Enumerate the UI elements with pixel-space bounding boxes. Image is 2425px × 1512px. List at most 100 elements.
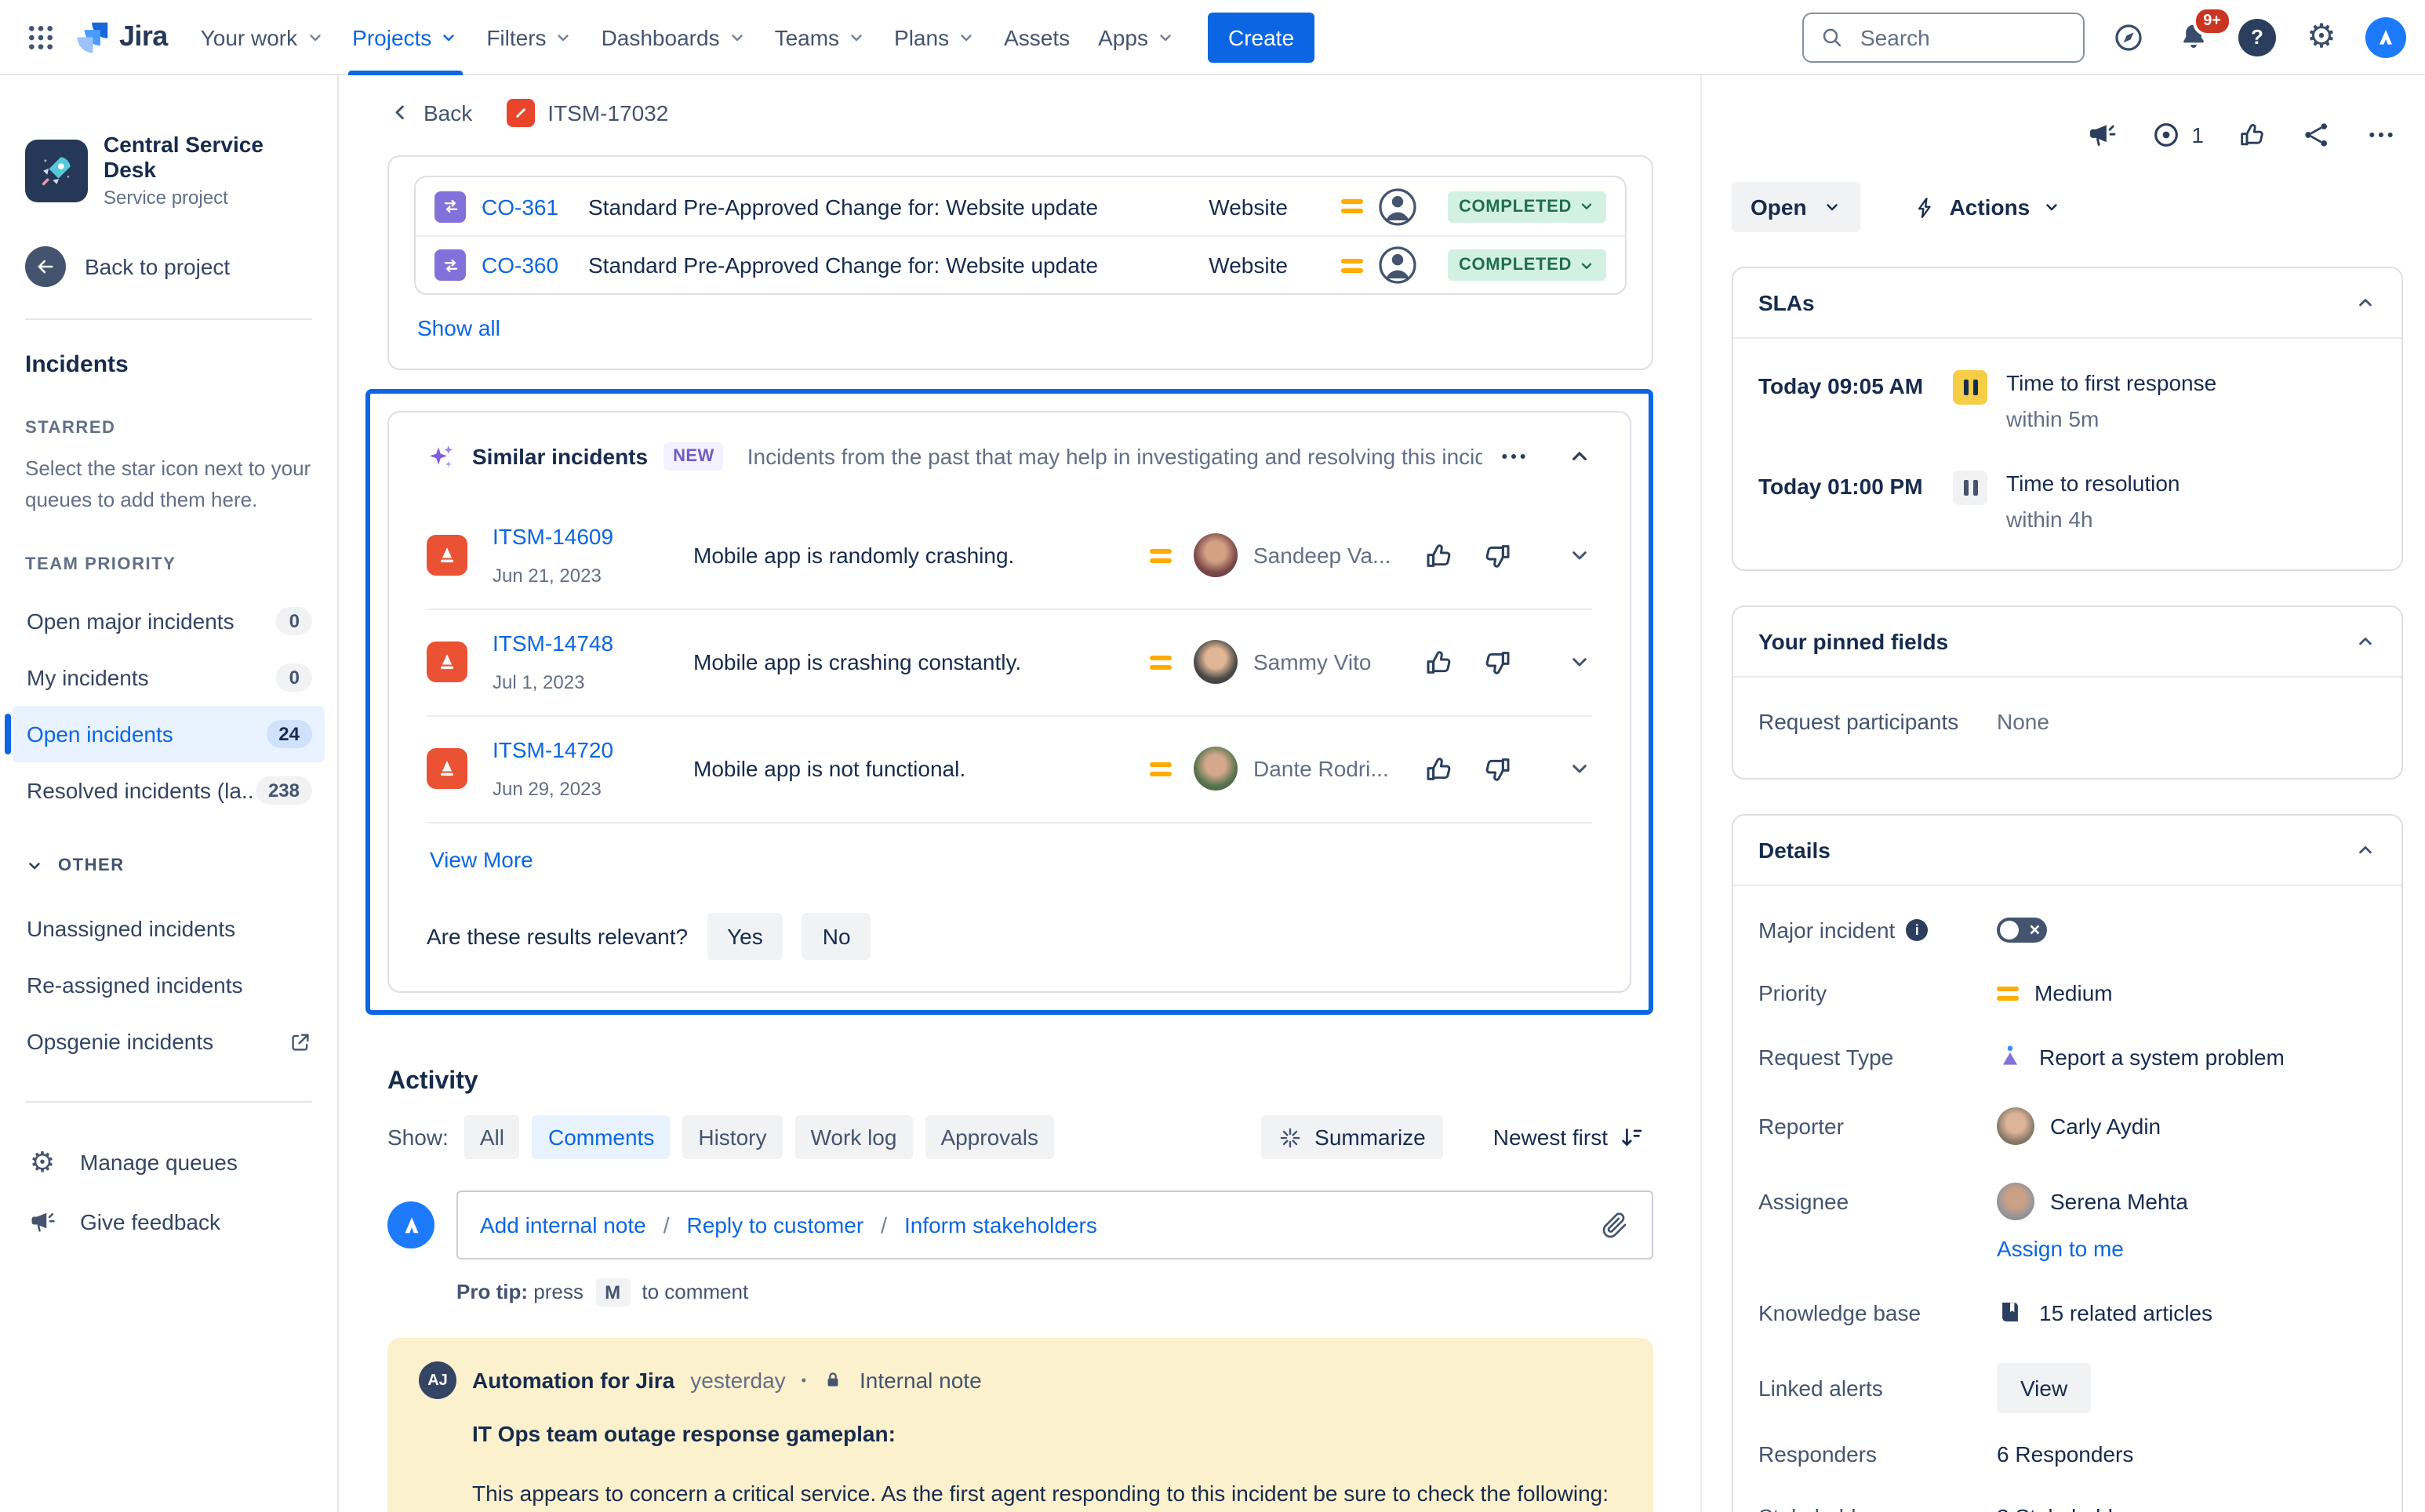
expand-row-button[interactable]	[1567, 756, 1592, 781]
sla-paused-warning-icon	[1953, 370, 1987, 405]
sidebar-item-open-incidents[interactable]: Open incidents 24	[5, 706, 325, 762]
sidebar-item-open-major-incidents[interactable]: Open major incidents 0	[13, 593, 325, 649]
info-icon[interactable]: i	[1906, 919, 1929, 941]
filter-comments[interactable]: Comments	[532, 1115, 671, 1159]
similar-issue-key[interactable]: ITSM-14748	[493, 631, 613, 656]
knowledge-base-field[interactable]: Knowledge base 15 related articles	[1758, 1299, 2376, 1325]
issue-key-link[interactable]: ITSM-17032	[507, 99, 668, 127]
stakeholders-field[interactable]: Stakeholders 3 Stakeholders	[1758, 1504, 2376, 1512]
expand-row-button[interactable]	[1567, 649, 1592, 674]
nav-filters[interactable]: Filters	[472, 0, 587, 75]
thumbs-down-button[interactable]	[1481, 752, 1514, 785]
reply-to-customer-link[interactable]: Reply to customer	[687, 1212, 864, 1238]
feedback-button[interactable]	[2086, 119, 2118, 151]
similar-issue-key[interactable]: ITSM-14720	[493, 737, 613, 762]
help-button[interactable]: ?	[2237, 16, 2278, 57]
give-feedback-button[interactable]: Give feedback	[13, 1194, 325, 1250]
sidebar-item-resolved-incidents[interactable]: Resolved incidents (la... 238	[13, 762, 325, 819]
nav-apps[interactable]: Apps	[1084, 0, 1189, 75]
relevance-yes-button[interactable]: Yes	[707, 913, 783, 960]
details-header[interactable]: Details	[1733, 816, 2401, 886]
slas-card-header[interactable]: SLAs	[1733, 268, 2401, 339]
search-box[interactable]	[1802, 12, 2085, 62]
attach-file-button[interactable]	[1600, 1210, 1630, 1240]
issue-detail-panel: 1 Open Actions SLAs Today 09:05 AM Time …	[1700, 75, 2425, 1512]
create-button[interactable]: Create	[1207, 12, 1315, 62]
nav-teams[interactable]: Teams	[761, 0, 880, 75]
sidebar-item-unassigned-incidents[interactable]: Unassigned incidents	[13, 900, 325, 957]
view-more-link[interactable]: View More	[430, 847, 533, 872]
table-row[interactable]: CO-361 Standard Pre-Approved Change for:…	[416, 177, 1625, 235]
thumbs-up-button[interactable]	[1423, 752, 1456, 785]
request-type-field[interactable]: Request Type Report a system problem	[1758, 1043, 2376, 1070]
project-header[interactable]: Central Service Desk Service project	[25, 132, 312, 209]
nav-plans[interactable]: Plans	[880, 0, 990, 75]
like-button[interactable]	[2237, 119, 2268, 151]
nav-dashboards[interactable]: Dashboards	[587, 0, 761, 75]
profile-button[interactable]	[2365, 16, 2406, 57]
panel-description: Incidents from the past that may help in…	[747, 444, 1482, 469]
summarize-button[interactable]: Summarize	[1261, 1115, 1443, 1159]
thumbs-down-button[interactable]	[1481, 539, 1514, 572]
back-to-project[interactable]: Back to project	[25, 246, 312, 287]
share-button[interactable]	[2301, 119, 2332, 151]
search-input[interactable]	[1857, 23, 2067, 51]
responders-field[interactable]: Responders 6 Responders	[1758, 1441, 2376, 1467]
linked-issue-summary: Standard Pre-Approved Change for: Websit…	[588, 253, 1099, 278]
actions-dropdown[interactable]: Actions	[1904, 193, 2071, 221]
thumbs-up-button[interactable]	[1423, 539, 1456, 572]
nav-projects[interactable]: Projects	[338, 0, 472, 75]
app-switcher-button[interactable]	[16, 12, 66, 62]
major-incident-toggle[interactable]: ✕	[1997, 918, 2047, 943]
assign-to-me-link[interactable]: Assign to me	[1997, 1236, 2376, 1261]
inform-stakeholders-link[interactable]: Inform stakeholders	[904, 1212, 1097, 1238]
status-badge[interactable]: COMPLETED	[1447, 191, 1606, 222]
thumbs-up-button[interactable]	[1423, 645, 1456, 678]
filter-work-log[interactable]: Work log	[794, 1115, 913, 1159]
jira-logo[interactable]: Jira	[69, 20, 184, 54]
sidebar-item-opsgenie-incidents[interactable]: Opsgenie incidents	[13, 1013, 325, 1070]
more-menu-button[interactable]	[1498, 441, 1529, 472]
similar-issue-summary: Mobile app is randomly crashing.	[693, 543, 1015, 568]
settings-button[interactable]: ⚙	[2301, 16, 2342, 57]
discover-button[interactable]	[2108, 16, 2149, 57]
more-actions-button[interactable]	[2365, 119, 2397, 151]
filter-history[interactable]: History	[682, 1115, 783, 1159]
view-alerts-button[interactable]: View	[1997, 1363, 2092, 1413]
collapse-panel-button[interactable]	[1567, 444, 1592, 469]
nav-assets[interactable]: Assets	[990, 0, 1084, 75]
sidebar-item-my-incidents[interactable]: My incidents 0	[13, 649, 325, 706]
comment-input[interactable]: Add internal note / Reply to customer / …	[456, 1190, 1653, 1259]
slas-card: SLAs Today 09:05 AM Time to first respon…	[1732, 267, 2403, 571]
filter-approvals[interactable]: Approvals	[925, 1115, 1054, 1159]
show-all-link[interactable]: Show all	[417, 315, 500, 340]
sort-order-button[interactable]: Newest first	[1484, 1123, 1653, 1151]
reporter-field[interactable]: Reporter Carly Aydin	[1758, 1107, 2376, 1145]
status-badge[interactable]: COMPLETED	[1447, 249, 1606, 281]
sidebar-item-reassigned-incidents[interactable]: Re-assigned incidents	[13, 957, 325, 1013]
linked-issue-key[interactable]: CO-361	[482, 194, 573, 219]
priority-field[interactable]: Priority Medium	[1758, 980, 2376, 1005]
expand-row-button[interactable]	[1567, 543, 1592, 568]
back-link[interactable]: Back	[387, 100, 472, 125]
linked-issue-key[interactable]: CO-360	[482, 253, 573, 278]
thumbs-down-button[interactable]	[1481, 645, 1514, 678]
watchers-button[interactable]: 1	[2151, 119, 2204, 151]
notifications-button[interactable]: 9+	[2172, 5, 2232, 57]
assignee-field[interactable]: Assignee Serena Mehta	[1758, 1183, 2376, 1220]
priority-medium-icon	[1340, 258, 1363, 272]
filter-all[interactable]: All	[464, 1115, 520, 1159]
table-row[interactable]: CO-360 Standard Pre-Approved Change for:…	[416, 235, 1625, 293]
add-internal-note-link[interactable]: Add internal note	[480, 1212, 646, 1238]
other-section-toggle[interactable]: OTHER	[25, 856, 312, 875]
pinned-fields-header[interactable]: Your pinned fields	[1733, 607, 2401, 678]
keyboard-shortcut-m: M	[595, 1278, 631, 1307]
protip-text: Pro tip: press M to comment	[456, 1278, 1653, 1307]
relevance-no-button[interactable]: No	[802, 913, 871, 960]
comment-timestamp[interactable]: yesterday	[690, 1368, 785, 1393]
nav-your-work[interactable]: Your work	[187, 0, 339, 75]
request-participants-field[interactable]: Request participants None	[1758, 709, 2376, 734]
similar-issue-key[interactable]: ITSM-14609	[493, 524, 613, 549]
manage-queues-button[interactable]: ⚙ Manage queues	[13, 1134, 325, 1190]
status-dropdown[interactable]: Open	[1732, 182, 1860, 232]
